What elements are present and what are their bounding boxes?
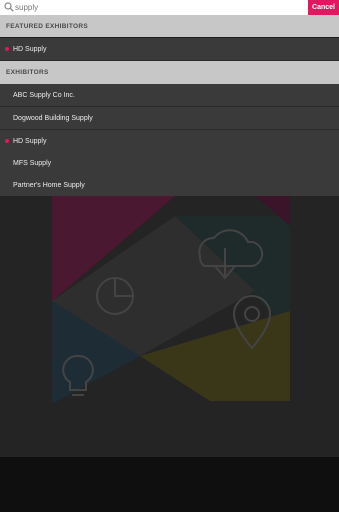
exhibitor-label: MFS Supply (13, 159, 52, 167)
bottom-bar (0, 457, 339, 512)
featured-dot-icon (5, 139, 9, 143)
featured-dot-icon (5, 47, 9, 51)
search-input[interactable] (15, 0, 303, 15)
search-bar: Cancel (0, 0, 339, 15)
featured-exhibitor-label: HD Supply (13, 45, 47, 53)
search-icon (4, 2, 14, 12)
featured-exhibitor-row[interactable]: HD Supply (0, 38, 339, 61)
exhibitor-row[interactable]: HD Supply (0, 130, 339, 153)
exhibitor-row[interactable]: MFS Supply (0, 152, 339, 175)
exhibitors-header: EXHIBITORS (0, 61, 339, 84)
cancel-button[interactable]: Cancel (308, 0, 339, 15)
exhibitor-row[interactable]: ABC Supply Co Inc. (0, 84, 339, 107)
dimmed-background (0, 196, 339, 457)
exhibitor-row[interactable]: Dogwood Building Supply (0, 107, 339, 130)
featured-exhibitors-header: FEATURED EXHIBITORS (0, 15, 339, 37)
exhibitor-row[interactable]: Partner's Home Supply (0, 174, 339, 197)
background-artwork (52, 196, 290, 404)
exhibitor-label: Dogwood Building Supply (13, 114, 93, 122)
exhibitor-label: HD Supply (13, 137, 47, 145)
exhibitor-label: ABC Supply Co Inc. (13, 91, 75, 99)
exhibitor-label: Partner's Home Supply (13, 181, 85, 189)
